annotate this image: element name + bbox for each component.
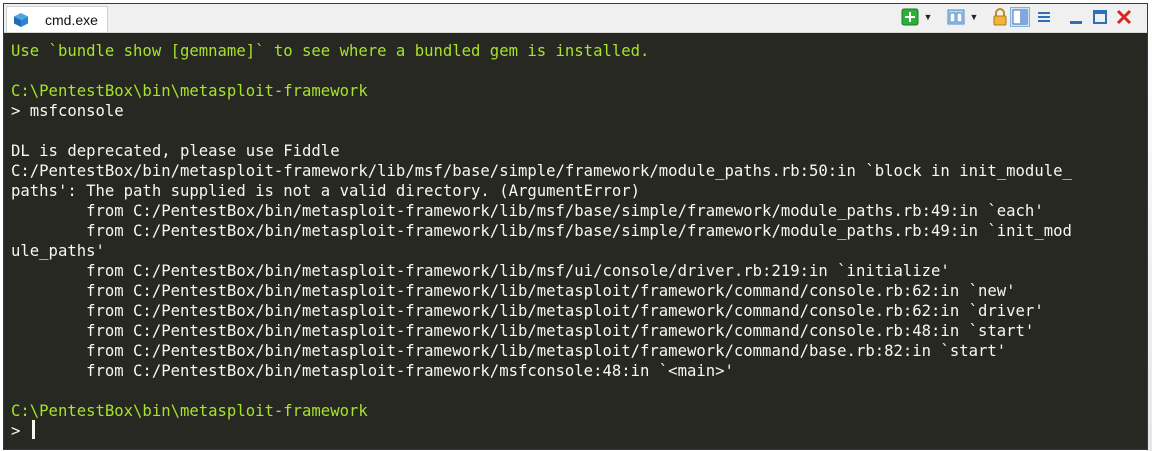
new-tab-dropdown-caret-icon[interactable]: ▼ bbox=[919, 8, 937, 26]
terminal-line: Use `bundle show [gemname]` to see where… bbox=[11, 42, 650, 60]
stack-trace-line: from C:/PentestBox/bin/metasploit-framew… bbox=[11, 322, 1035, 340]
console-window: cmd.exe ▼ ▼ Use `bundle show [gemname]` … bbox=[3, 3, 1148, 450]
tab-title: cmd.exe bbox=[45, 12, 98, 28]
toolbar: ▼ ▼ bbox=[895, 7, 1145, 28]
terminal-output[interactable]: Use `bundle show [gemname]` to see where… bbox=[4, 33, 1147, 449]
prompt-path: C:\PentestBox\bin\metasploit-framework bbox=[11, 82, 368, 100]
plus-icon[interactable] bbox=[901, 8, 919, 26]
error-line: C:/PentestBox/bin/metasploit-framework/l… bbox=[11, 162, 1072, 180]
minimize-icon[interactable] bbox=[1067, 8, 1085, 26]
command-line: > msfconsole bbox=[11, 102, 124, 120]
stack-trace-line: from C:/PentestBox/bin/metasploit-framew… bbox=[11, 362, 734, 380]
tab-cmd[interactable]: cmd.exe bbox=[6, 6, 108, 32]
close-icon[interactable] bbox=[1115, 8, 1133, 26]
stack-trace-line: from C:/PentestBox/bin/metasploit-framew… bbox=[11, 282, 1016, 300]
console-window-icon bbox=[13, 12, 29, 28]
prompt-path: C:\PentestBox\bin\metasploit-framework bbox=[11, 402, 368, 420]
panes-icon[interactable] bbox=[947, 8, 965, 26]
stack-trace-line: from C:/PentestBox/bin/metasploit-framew… bbox=[11, 202, 1044, 220]
prompt-caret: > bbox=[11, 422, 21, 440]
text-cursor bbox=[32, 420, 35, 439]
maximize-icon[interactable] bbox=[1091, 8, 1109, 26]
title-bar: cmd.exe ▼ ▼ bbox=[4, 4, 1147, 33]
stack-trace-line: from C:/PentestBox/bin/metasploit-framew… bbox=[11, 262, 950, 280]
lock-icon[interactable] bbox=[991, 8, 1009, 26]
stack-trace-line: from C:/PentestBox/bin/metasploit-framew… bbox=[11, 222, 1072, 240]
stack-trace-line: ule_paths' bbox=[11, 242, 105, 260]
split-view-icon[interactable] bbox=[1010, 7, 1030, 27]
hamburger-icon[interactable] bbox=[1035, 8, 1053, 26]
stack-trace-line: from C:/PentestBox/bin/metasploit-framew… bbox=[11, 302, 1044, 320]
stack-trace-line: from C:/PentestBox/bin/metasploit-framew… bbox=[11, 342, 1007, 360]
view-dropdown-caret-icon[interactable]: ▼ bbox=[965, 8, 983, 26]
error-line: paths': The path supplied is not a valid… bbox=[11, 182, 641, 200]
terminal-line: DL is deprecated, please use Fiddle bbox=[11, 142, 340, 160]
